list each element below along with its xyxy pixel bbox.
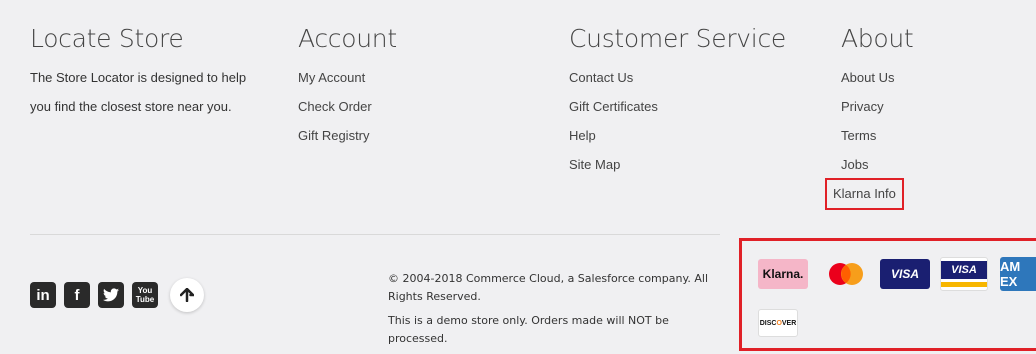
social-links: in f You Tube [30, 278, 204, 312]
account-section: Account My Account Check Order Gift Regi… [298, 24, 397, 150]
mastercard-logo [820, 259, 872, 289]
amex-logo: AM EX [1000, 257, 1036, 291]
footer-copyright: © 2004-2018 Commerce Cloud, a Salesforce… [388, 270, 718, 354]
klarna-logo: Klarna. [758, 259, 808, 289]
terms-link[interactable]: Terms [841, 121, 913, 150]
about-section: About About Us Privacy Terms Jobs Klarna… [825, 24, 914, 210]
arrow-up-icon [180, 288, 194, 302]
twitter-icon[interactable] [98, 282, 124, 308]
payment-methods: Klarna. VISA VISA AM EX DISC O VER [739, 238, 1036, 351]
site-map-link[interactable]: Site Map [569, 150, 786, 179]
linkedin-icon[interactable]: in [30, 282, 56, 308]
youtube-icon-text-top: You [137, 286, 153, 295]
my-account-link[interactable]: My Account [298, 63, 397, 92]
back-to-top-button[interactable] [170, 278, 204, 312]
customer-service-section: Customer Service Contact Us Gift Certifi… [569, 24, 786, 179]
discover-logo: DISC O VER [758, 309, 798, 337]
facebook-icon[interactable]: f [64, 282, 90, 308]
footer-divider [30, 234, 720, 235]
visa-electron-logo: VISA [940, 257, 988, 291]
help-link[interactable]: Help [569, 121, 786, 150]
visa-electron-text: VISA [941, 261, 987, 279]
customer-service-heading: Customer Service [569, 24, 786, 53]
copyright-text: © 2004-2018 Commerce Cloud, a Salesforce… [388, 272, 709, 303]
about-us-link[interactable]: About Us [841, 63, 913, 92]
gift-certificates-link[interactable]: Gift Certificates [569, 92, 786, 121]
locate-store-section: Locate Store The Store Locator is design… [30, 24, 270, 121]
about-heading: About [841, 24, 914, 53]
demo-store-notice: This is a demo store only. Orders made w… [388, 314, 669, 345]
youtube-icon-text-bottom: Tube [135, 295, 155, 304]
locate-store-heading: Locate Store [30, 24, 184, 53]
youtube-icon[interactable]: You Tube [132, 282, 158, 308]
visa-logo: VISA [880, 259, 930, 289]
contact-us-link[interactable]: Contact Us [569, 63, 786, 92]
jobs-link[interactable]: Jobs [841, 150, 913, 179]
locate-store-description: The Store Locator is designed to help yo… [30, 70, 247, 114]
gift-registry-link[interactable]: Gift Registry [298, 121, 397, 150]
klarna-info-link[interactable]: Klarna Info [825, 178, 904, 210]
check-order-link[interactable]: Check Order [298, 92, 397, 121]
privacy-link[interactable]: Privacy [841, 92, 913, 121]
account-heading: Account [298, 24, 397, 53]
